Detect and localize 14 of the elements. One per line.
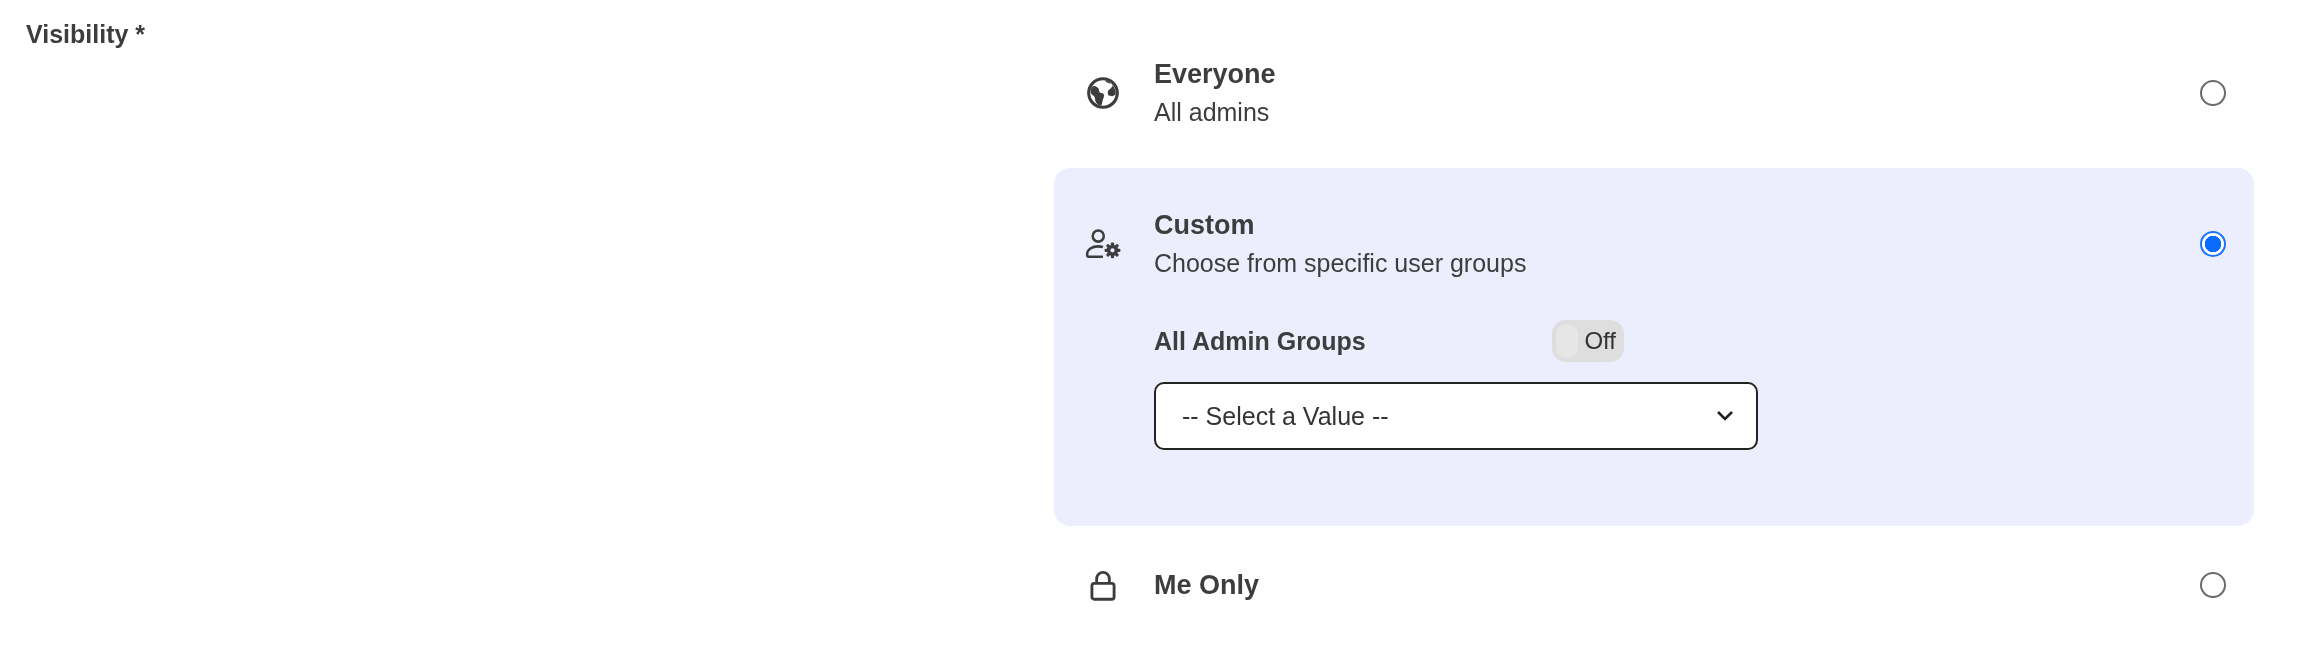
toggle-switch[interactable]: Off bbox=[1552, 320, 1624, 362]
radio-button[interactable] bbox=[2200, 231, 2226, 257]
radio-button[interactable] bbox=[2200, 80, 2226, 106]
chevron-down-icon bbox=[1716, 410, 1734, 422]
option-title: Custom bbox=[1154, 209, 1256, 242]
option-title: Everyone bbox=[1154, 58, 1277, 91]
option-description: All admins bbox=[1154, 97, 1271, 128]
globe-icon bbox=[1084, 74, 1122, 112]
radio-button[interactable] bbox=[2200, 572, 2226, 598]
toggle-label: All Admin Groups bbox=[1154, 326, 1367, 356]
field-label: Visibility * bbox=[25, 19, 147, 49]
select-dropdown[interactable]: -- Select a Value -- bbox=[1154, 382, 1758, 450]
option-description: Choose from specific user groups bbox=[1154, 248, 1528, 279]
option-title: Me Only bbox=[1154, 569, 1261, 602]
